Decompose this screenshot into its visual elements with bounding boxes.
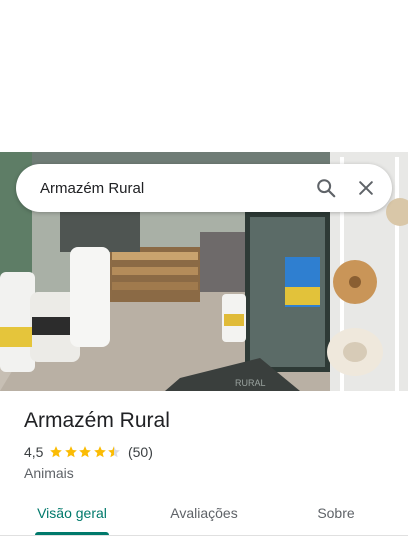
- star-icon: [50, 446, 63, 458]
- review-count[interactable]: (50): [128, 444, 153, 460]
- search-icon[interactable]: [306, 168, 346, 208]
- tab-bar: Visão geral Avaliações Sobre: [0, 493, 408, 537]
- place-name: Armazém Rural: [24, 409, 170, 432]
- floor-mat-text: RURAL: [235, 378, 266, 388]
- tabs-divider: [0, 535, 408, 536]
- tab-reviews[interactable]: Avaliações: [156, 493, 252, 533]
- rating-value: 4,5: [24, 444, 44, 460]
- tab-about[interactable]: Sobre: [288, 493, 384, 533]
- star-icon: [65, 446, 77, 458]
- search-bar[interactable]: Armazém Rural: [16, 164, 392, 212]
- search-input[interactable]: Armazém Rural: [16, 180, 306, 197]
- place-screen: RURAL Armazém Rural Armazém Rural 4,5 (5…: [0, 0, 408, 544]
- rating-row[interactable]: 4,5 (50): [24, 444, 153, 460]
- star-icon: [108, 446, 121, 458]
- star-icon: [94, 446, 106, 458]
- tab-overview[interactable]: Visão geral: [24, 493, 120, 533]
- place-category[interactable]: Animais: [24, 465, 74, 481]
- star-rating: [49, 445, 122, 459]
- close-icon[interactable]: [346, 168, 386, 208]
- star-icon: [79, 446, 92, 458]
